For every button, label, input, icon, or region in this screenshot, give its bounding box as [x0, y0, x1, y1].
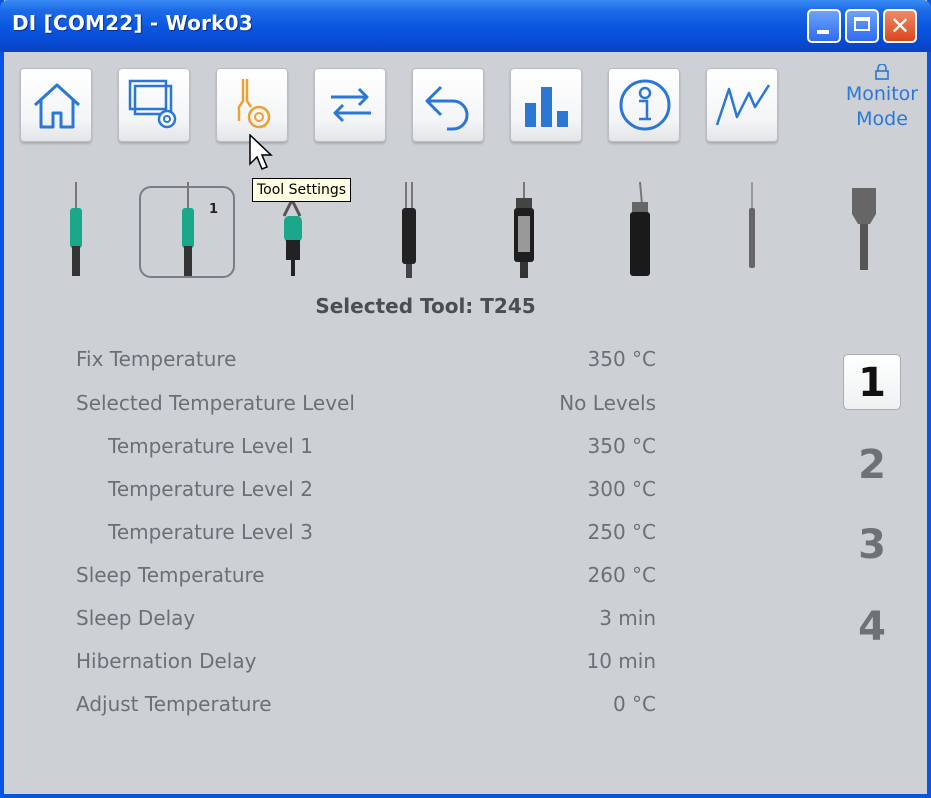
- window-title: DI [COM22] - Work03: [12, 11, 253, 35]
- info-button[interactable]: [608, 68, 680, 142]
- setting-label: Temperature Level 3: [108, 520, 313, 544]
- maximize-button[interactable]: [845, 9, 879, 43]
- setting-row-level-2: Temperature Level 2 300 °C: [76, 477, 656, 507]
- setting-label: Hibernation Delay: [76, 649, 257, 673]
- bar-chart-icon: [525, 87, 568, 127]
- setting-row-fix-temperature: Fix Temperature 350 °C: [76, 347, 656, 377]
- home-button[interactable]: [20, 68, 92, 142]
- home-icon: [33, 83, 81, 129]
- mouse-cursor-icon: [249, 134, 273, 170]
- tool-micro-pencil[interactable]: [744, 180, 760, 280]
- close-icon: ✕: [889, 12, 911, 40]
- tool-desoldering[interactable]: [396, 180, 422, 280]
- setting-label: Sleep Delay: [76, 606, 196, 630]
- setting-value[interactable]: 3 min: [599, 606, 656, 630]
- level-button-2[interactable]: 2: [843, 437, 901, 493]
- minimize-button[interactable]: [807, 9, 841, 43]
- setting-value[interactable]: 10 min: [586, 649, 656, 673]
- setting-value[interactable]: 260 °C: [588, 563, 657, 587]
- level-button-3[interactable]: 3: [843, 517, 901, 573]
- setting-row-level-3: Temperature Level 3 250 °C: [76, 520, 656, 550]
- setting-label: Temperature Level 1: [108, 434, 313, 458]
- transfer-button[interactable]: [314, 68, 386, 142]
- setting-row-sleep-temperature: Sleep Temperature 260 °C: [76, 563, 656, 593]
- selected-tool-badge: 1: [209, 202, 219, 217]
- statistics-button[interactable]: [510, 68, 582, 142]
- tool-solder-feeder[interactable]: [624, 180, 654, 280]
- monitor-mode-label-line2: Mode: [856, 108, 908, 130]
- setting-value[interactable]: 350 °C: [588, 434, 657, 458]
- tool-t245-pencil[interactable]: [64, 180, 88, 280]
- tool-heavy-duty[interactable]: [846, 180, 882, 280]
- setting-value[interactable]: 250 °C: [588, 520, 657, 544]
- tool-t245-selected[interactable]: [176, 180, 200, 280]
- transfer-icon: [331, 87, 371, 123]
- level-button-1[interactable]: 1: [843, 354, 901, 410]
- tool-settings-button[interactable]: [216, 68, 288, 142]
- setting-value[interactable]: No Levels: [559, 391, 656, 415]
- graph-icon: [715, 84, 771, 126]
- monitor-mode-button[interactable]: Monitor Mode: [833, 64, 931, 132]
- setting-label: Fix Temperature: [76, 347, 237, 371]
- setting-row-level-1: Temperature Level 1 350 °C: [76, 434, 656, 464]
- tool-hot-air[interactable]: [508, 180, 540, 280]
- tool-settings-icon: [237, 79, 271, 129]
- station-settings-button[interactable]: [118, 68, 190, 142]
- setting-label: Adjust Temperature: [76, 692, 272, 716]
- graphics-button[interactable]: [706, 68, 778, 142]
- tool-settings-tooltip: Tool Settings: [252, 178, 352, 202]
- selected-tool-label: Selected Tool: T245: [315, 294, 536, 318]
- station-settings-icon: [128, 79, 177, 129]
- level-button-4[interactable]: 4: [843, 599, 901, 655]
- title-bar[interactable]: DI [COM22] - Work03 ✕: [0, 0, 931, 52]
- setting-value[interactable]: 350 °C: [588, 347, 657, 371]
- setting-row-hibernation-delay: Hibernation Delay 10 min: [76, 649, 656, 679]
- setting-label: Sleep Temperature: [76, 563, 265, 587]
- close-button[interactable]: ✕: [883, 9, 917, 43]
- setting-row-selected-level: Selected Temperature Level No Levels: [76, 391, 656, 421]
- setting-label: Temperature Level 2: [108, 477, 313, 501]
- setting-label: Selected Temperature Level: [76, 391, 355, 415]
- undo-icon: [425, 85, 469, 131]
- lock-icon: [875, 64, 889, 80]
- undo-button[interactable]: [412, 68, 484, 142]
- setting-row-adjust-temperature: Adjust Temperature 0 °C: [76, 692, 656, 722]
- monitor-mode-label-line1: Monitor: [845, 83, 919, 105]
- setting-value[interactable]: 0 °C: [613, 692, 656, 716]
- info-icon: [619, 79, 671, 131]
- setting-row-sleep-delay: Sleep Delay 3 min: [76, 606, 656, 636]
- setting-value[interactable]: 300 °C: [588, 477, 657, 501]
